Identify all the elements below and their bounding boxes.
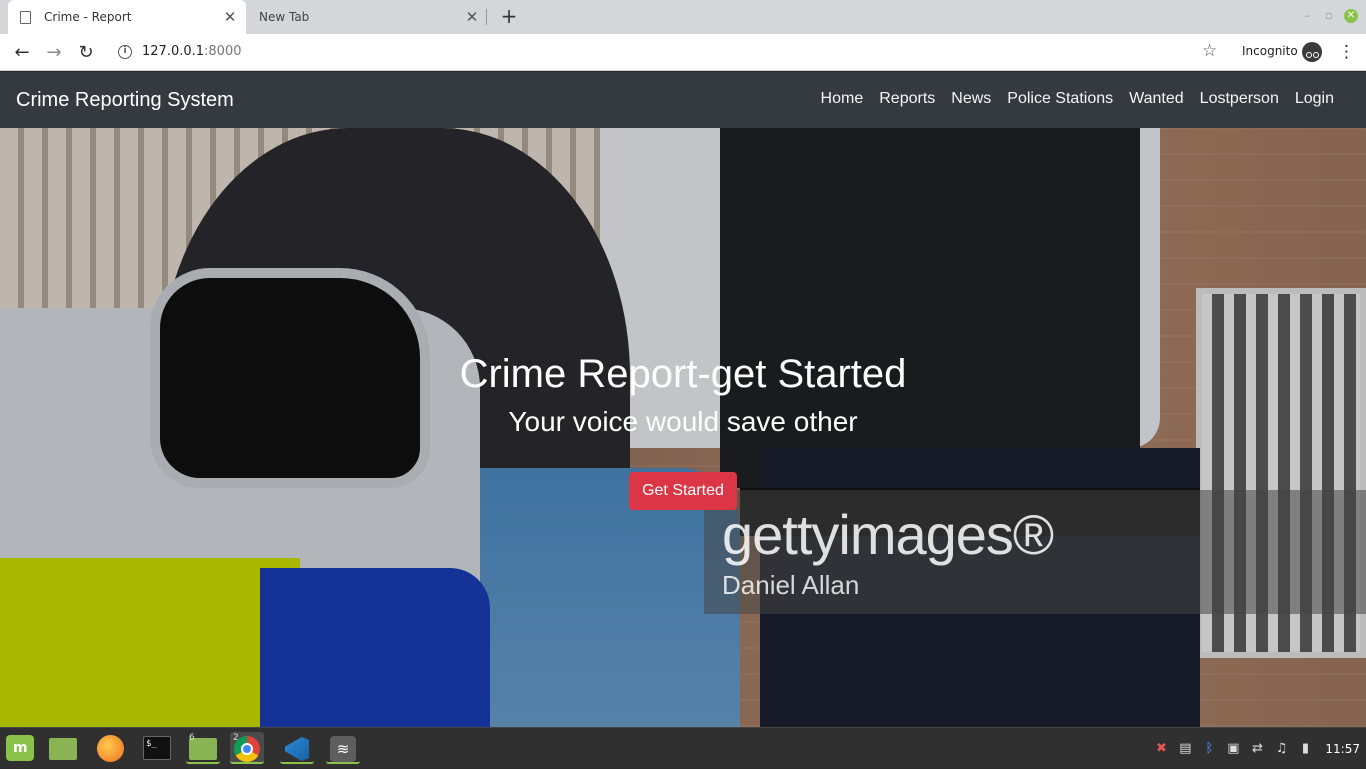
tab-divider bbox=[486, 9, 487, 25]
get-started-button[interactable]: Get Started bbox=[629, 472, 737, 510]
url-host: 127.0.0.1 bbox=[142, 44, 205, 59]
reload-icon[interactable]: ↻ bbox=[74, 41, 98, 65]
browser-menu-icon[interactable]: ⋮ bbox=[1338, 42, 1355, 62]
site-navbar: Crime Reporting System Home Reports News… bbox=[0, 72, 1366, 128]
close-tab-icon[interactable]: ✕ bbox=[220, 8, 240, 26]
file-manager-icon[interactable] bbox=[46, 732, 80, 764]
nav-news[interactable]: News bbox=[943, 90, 999, 108]
browser-toolbar: ← → ↻ i 127.0.0.1:8000 ☆ Incognito ⋮ bbox=[0, 34, 1366, 71]
hero-title: Crime Report-get Started bbox=[459, 352, 907, 396]
browser-tab-strip: Crime - Report ✕ New Tab ✕ + – ▫ ✕ bbox=[0, 0, 1366, 34]
page-icon bbox=[20, 10, 31, 24]
close-tab-icon[interactable]: ✕ bbox=[462, 8, 482, 26]
vscode-icon[interactable] bbox=[280, 732, 314, 764]
nav-reports[interactable]: Reports bbox=[871, 90, 943, 108]
nav-login[interactable]: Login bbox=[1287, 90, 1342, 108]
files-window-icon[interactable]: 6 bbox=[186, 732, 220, 764]
tab-new-tab[interactable]: New Tab ✕ bbox=[248, 0, 488, 34]
clock[interactable]: 11:57 bbox=[1325, 742, 1360, 756]
forward-arrow-icon[interactable]: → bbox=[42, 41, 66, 65]
site-brand[interactable]: Crime Reporting System bbox=[16, 89, 234, 112]
network-arrows-icon[interactable]: ⇄ bbox=[1249, 741, 1265, 757]
chrome-window-count: 2 bbox=[233, 733, 239, 743]
hero-subtitle: Your voice would save other bbox=[508, 406, 858, 437]
os-taskbar: m $_ 6 2 ≋ ✖ ▤ ᛒ ▣ ⇄ ♫ ▮ 11:57 bbox=[0, 727, 1366, 768]
shield-icon[interactable]: ✖ bbox=[1153, 741, 1169, 757]
new-tab-button[interactable]: + bbox=[498, 5, 520, 27]
maximize-icon[interactable]: ▫ bbox=[1322, 9, 1336, 23]
system-tray: ✖ ▤ ᛒ ▣ ⇄ ♫ ▮ 11:57 bbox=[1149, 728, 1366, 769]
printer-icon[interactable]: ▤ bbox=[1177, 741, 1193, 757]
tab-title: New Tab bbox=[259, 10, 310, 24]
files-window-count: 6 bbox=[189, 733, 195, 743]
back-arrow-icon[interactable]: ← bbox=[10, 41, 34, 65]
minimize-icon[interactable]: – bbox=[1300, 9, 1314, 23]
sound-icon[interactable]: ♫ bbox=[1273, 741, 1289, 757]
incognito-label: Incognito bbox=[1242, 44, 1298, 58]
incognito-icon[interactable] bbox=[1302, 42, 1322, 62]
window-close-button[interactable]: ✕ bbox=[1344, 9, 1358, 23]
battery-icon[interactable]: ▮ bbox=[1297, 741, 1313, 757]
nav-wanted[interactable]: Wanted bbox=[1121, 90, 1192, 108]
terminal-icon[interactable]: $_ bbox=[140, 732, 174, 764]
url-port: :8000 bbox=[204, 44, 242, 59]
address-bar[interactable]: 127.0.0.1:8000 bbox=[142, 44, 242, 59]
hero-banner: gettyimages® Daniel Allan Crime Report-g… bbox=[0, 128, 1366, 727]
mint-menu-icon[interactable]: m bbox=[4, 732, 36, 764]
bookmark-star-icon[interactable]: ☆ bbox=[1202, 41, 1217, 61]
bluetooth-icon[interactable]: ᛒ bbox=[1201, 741, 1217, 757]
chrome-icon[interactable]: 2 bbox=[230, 732, 264, 764]
nav-lostperson[interactable]: Lostperson bbox=[1192, 90, 1287, 108]
watermark-logo: gettyimages® bbox=[722, 503, 1054, 566]
site-info-icon[interactable]: i bbox=[118, 45, 132, 59]
nav-home[interactable]: Home bbox=[813, 90, 872, 108]
network-app-icon[interactable]: ≋ bbox=[326, 732, 360, 764]
tab-crime-report[interactable]: Crime - Report ✕ bbox=[8, 0, 246, 34]
getty-watermark: gettyimages® Daniel Allan bbox=[704, 490, 1366, 614]
nav-links: Home Reports News Police Stations Wanted… bbox=[813, 90, 1342, 108]
clipboard-icon[interactable]: ▣ bbox=[1225, 741, 1241, 757]
nav-police-stations[interactable]: Police Stations bbox=[999, 90, 1121, 108]
watermark-credit: Daniel Allan bbox=[722, 570, 860, 600]
firefox-icon[interactable] bbox=[94, 732, 128, 764]
tab-title: Crime - Report bbox=[44, 10, 132, 24]
